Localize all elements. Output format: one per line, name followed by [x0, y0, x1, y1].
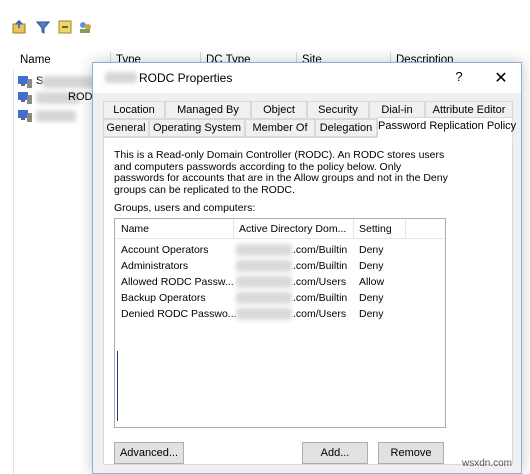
cell-setting: Allow [359, 276, 385, 288]
redacted-text [236, 244, 292, 256]
column-name[interactable]: Name [20, 54, 51, 66]
computer-icon [18, 75, 32, 88]
add-to-group-icon[interactable] [78, 20, 92, 34]
cell-name: Administrators [121, 260, 189, 272]
header-separator [233, 219, 234, 239]
list-item[interactable]: ROD [18, 90, 98, 106]
header-separator [405, 219, 406, 239]
list-item[interactable]: S [18, 74, 98, 90]
cell-domain: .com/Users [293, 308, 347, 320]
table-row[interactable]: Administrators .com/Builtin Deny [115, 258, 445, 274]
properties-dialog: RODC Properties ? ✕ Location Managed By … [92, 62, 522, 474]
dialog-title: RODC Properties [139, 71, 233, 85]
help-button[interactable]: ? [447, 69, 471, 87]
filter-icon[interactable] [35, 20, 51, 34]
tab-panel: This is a Read-only Domain Controller (R… [103, 137, 513, 465]
pane-divider [13, 70, 14, 474]
list-header: Name Active Directory Dom... Setting [115, 219, 445, 239]
add-button[interactable]: Add... [302, 442, 368, 464]
tab-password-replication-policy[interactable]: Password Replication Policy [377, 117, 516, 138]
cell-domain: .com/Builtin [293, 244, 348, 256]
list-item[interactable] [18, 108, 98, 124]
groups-list[interactable]: Name Active Directory Dom... Setting Acc… [114, 218, 446, 428]
cell-setting: Deny [359, 260, 384, 272]
remove-button[interactable]: Remove [378, 442, 444, 464]
advanced-button[interactable]: Advanced... [114, 442, 184, 464]
cell-name: Allowed RODC Passw... [121, 276, 234, 288]
tab-managed-by[interactable]: Managed By [165, 101, 251, 119]
cell-setting: Deny [359, 244, 384, 256]
tab-member-of[interactable]: Member Of [245, 119, 315, 137]
tab-object[interactable]: Object [251, 101, 307, 119]
tab-location[interactable]: Location [103, 101, 165, 119]
redacted-text [105, 72, 137, 83]
table-row[interactable]: Denied RODC Passwo... .com/Users Deny [115, 306, 445, 322]
header-separator [353, 219, 354, 239]
header-domain[interactable]: Active Directory Dom... [239, 223, 346, 235]
row-name-fragment: ROD [68, 91, 93, 103]
dialog-titlebar[interactable]: RODC Properties ? ✕ [93, 63, 521, 93]
folder-up-icon[interactable] [12, 19, 26, 34]
redacted-text [42, 76, 94, 88]
header-setting[interactable]: Setting [359, 223, 392, 235]
close-button[interactable]: ✕ [489, 68, 513, 88]
header-name[interactable]: Name [121, 223, 149, 235]
table-row[interactable]: Account Operators .com/Builtin Deny [115, 242, 445, 258]
tab-operating-system[interactable]: Operating System [149, 119, 245, 137]
cell-domain: .com/Builtin [293, 260, 348, 272]
cell-domain: .com/Builtin [293, 292, 348, 304]
text-cursor-line [117, 351, 118, 421]
computer-icon [18, 91, 32, 104]
redacted-text [236, 308, 292, 320]
computer-icon [18, 109, 32, 122]
tab-delegation[interactable]: Delegation [315, 119, 377, 137]
cell-setting: Deny [359, 308, 384, 320]
groups-label: Groups, users and computers: [114, 202, 256, 214]
background-toolbar [0, 0, 530, 46]
table-row[interactable]: Backup Operators .com/Builtin Deny [115, 290, 445, 306]
policy-description: This is a Read-only Domain Controller (R… [114, 149, 448, 196]
cell-name: Account Operators [121, 244, 209, 256]
redacted-text [236, 276, 292, 288]
watermark: wsxdn.com [462, 458, 513, 469]
cell-domain: .com/Users [293, 276, 347, 288]
tab-general[interactable]: General [103, 119, 149, 137]
cell-name: Backup Operators [121, 292, 206, 304]
query-icon[interactable] [58, 20, 72, 34]
redacted-text [236, 260, 292, 272]
cell-name: Denied RODC Passwo... [121, 308, 237, 320]
tab-security[interactable]: Security [307, 101, 369, 119]
cell-setting: Deny [359, 292, 384, 304]
table-row[interactable]: Allowed RODC Passw... .com/Users Allow [115, 274, 445, 290]
redacted-text [236, 292, 292, 304]
redacted-text [36, 110, 76, 122]
